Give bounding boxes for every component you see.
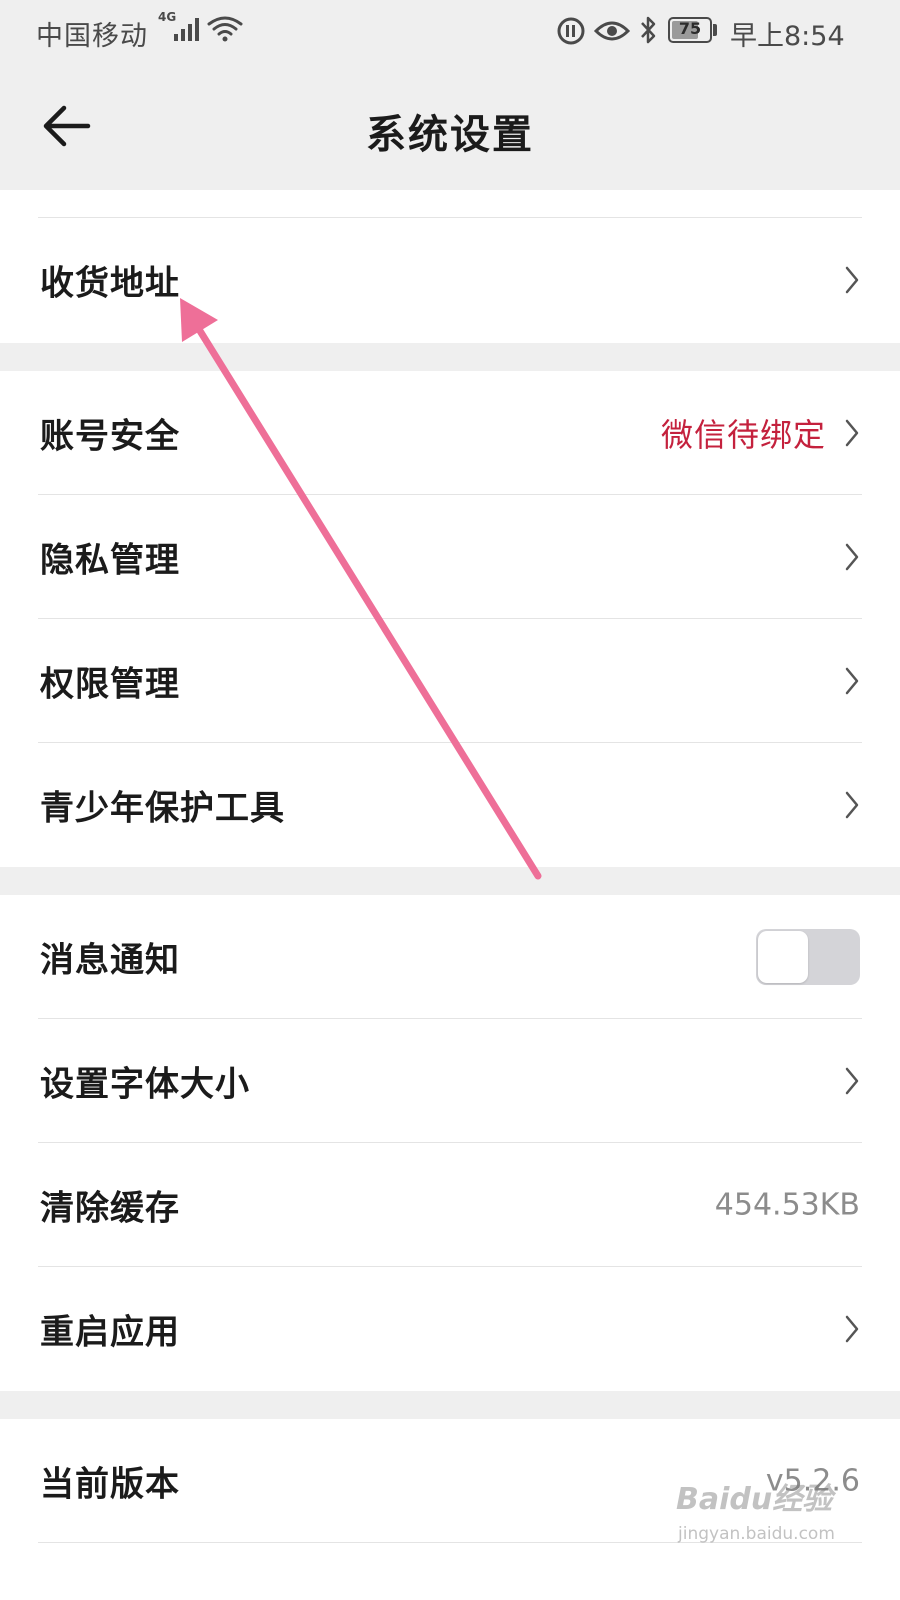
section-address: 收货地址 xyxy=(0,190,900,343)
cache-size: 454.53KB xyxy=(714,1187,860,1223)
row-account-security[interactable]: 账号安全 微信待绑定 xyxy=(0,371,900,495)
row-label: 重启应用 xyxy=(40,1312,180,1353)
row-label: 隐私管理 xyxy=(40,540,180,581)
status-bar: 中国移动 4G 75 早上8:54 xyxy=(0,0,900,64)
watermark-url: jingyan.baidu.com xyxy=(678,1524,835,1544)
battery-icon: 75 xyxy=(668,17,712,43)
hd-call-icon xyxy=(557,17,585,45)
notification-toggle[interactable] xyxy=(756,929,860,985)
row-label: 账号安全 xyxy=(40,416,180,457)
row-privacy-management[interactable]: 隐私管理 xyxy=(0,495,900,619)
row-label: 消息通知 xyxy=(40,940,180,981)
watermark-logo: Baidu经验 xyxy=(676,1482,833,1517)
signal-icon xyxy=(174,18,199,41)
eye-icon xyxy=(594,21,630,41)
wechat-binding-status: 微信待绑定 xyxy=(660,416,826,454)
chevron-right-icon xyxy=(845,667,859,695)
section-account: 账号安全 微信待绑定 隐私管理 权限管理 青少年保护工具 xyxy=(0,371,900,867)
row-message-notification: 消息通知 xyxy=(0,895,900,1019)
bluetooth-icon xyxy=(641,16,656,44)
clock: 早上8:54 xyxy=(730,21,845,52)
carrier-name: 中国移动 xyxy=(36,21,148,52)
row-font-size[interactable]: 设置字体大小 xyxy=(0,1019,900,1143)
row-label: 收货地址 xyxy=(40,263,180,304)
row-clear-cache[interactable]: 清除缓存 454.53KB xyxy=(0,1143,900,1267)
baidu-watermark: Baidu经验 jingyan.baidu.com xyxy=(676,1474,876,1564)
row-youth-protection[interactable]: 青少年保护工具 xyxy=(0,743,900,867)
row-label: 权限管理 xyxy=(40,664,180,705)
row-label: 清除缓存 xyxy=(40,1188,180,1229)
row-restart-app[interactable]: 重启应用 xyxy=(0,1267,900,1391)
app-header: 系统设置 xyxy=(0,64,900,190)
chevron-right-icon xyxy=(845,791,859,819)
chevron-right-icon xyxy=(845,419,859,447)
wifi-icon xyxy=(207,16,243,42)
row-label: 当前版本 xyxy=(40,1464,180,1505)
chevron-right-icon xyxy=(845,266,859,294)
battery-percent: 75 xyxy=(678,19,702,38)
chevron-right-icon xyxy=(845,1067,859,1095)
chevron-right-icon xyxy=(845,543,859,571)
toggle-knob xyxy=(758,931,808,983)
row-permission-management[interactable]: 权限管理 xyxy=(0,619,900,743)
chevron-right-icon xyxy=(845,1315,859,1343)
page-title: 系统设置 xyxy=(366,112,534,158)
row-shipping-address[interactable]: 收货地址 xyxy=(0,218,900,342)
section-general: 消息通知 设置字体大小 清除缓存 454.53KB 重启应用 xyxy=(0,895,900,1391)
row-label: 设置字体大小 xyxy=(40,1064,250,1105)
battery-cap xyxy=(713,24,717,36)
row-label: 青少年保护工具 xyxy=(40,788,285,829)
